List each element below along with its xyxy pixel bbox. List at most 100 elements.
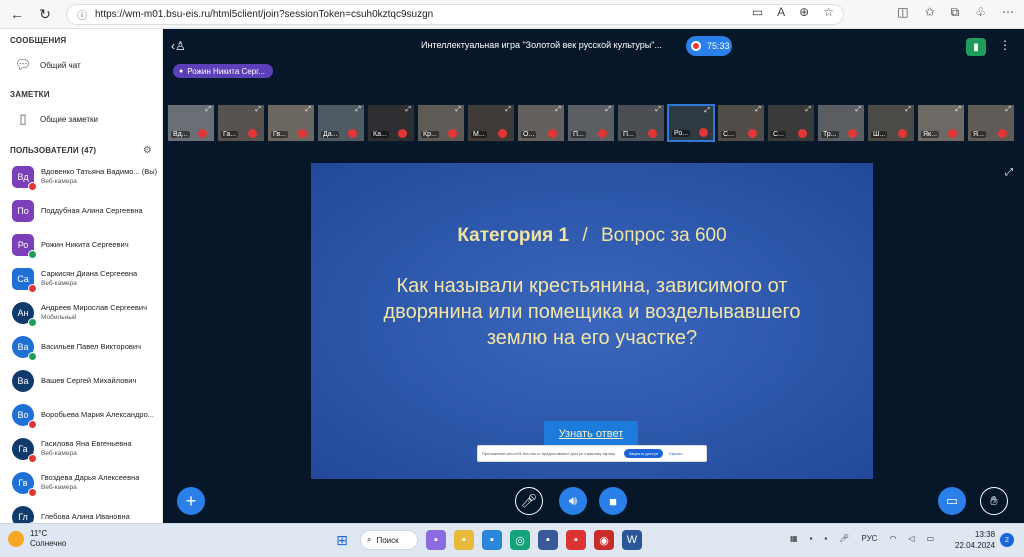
expand-icon[interactable]: ⤢: [655, 106, 661, 114]
notification-badge[interactable]: 2: [1000, 533, 1014, 547]
user-list-item[interactable]: Ро Рожин Никита Сергеевич: [0, 228, 162, 262]
webcam-tile[interactable]: С... ⤢: [767, 104, 815, 142]
more-icon[interactable]: ⋯: [1002, 5, 1014, 20]
app-icon-1[interactable]: ▪: [538, 530, 558, 550]
gear-icon[interactable]: ⚙: [143, 145, 152, 156]
webcam-tile[interactable]: Ро... ⤢: [667, 104, 715, 142]
expand-icon[interactable]: ⤢: [305, 106, 311, 114]
expand-icon[interactable]: ⤢: [805, 106, 811, 114]
edge-icon[interactable]: ◎: [510, 530, 530, 550]
expand-icon[interactable]: ⤢: [905, 106, 911, 114]
audio-button[interactable]: 🔊︎: [559, 487, 587, 515]
avatar: Во: [12, 404, 37, 429]
back-icon[interactable]: ←: [6, 3, 28, 25]
expand-icon[interactable]: ⤢: [455, 106, 461, 114]
taskbar-search[interactable]: ⌕ Поиск: [360, 530, 418, 550]
expand-icon[interactable]: ⤢: [955, 106, 961, 114]
tray-icon-3[interactable]: ▪: [824, 534, 827, 543]
user-list-item[interactable]: Вд Вдовенко Татьяна Вадимо... (Вы) Веб-кам…: [0, 160, 162, 194]
expand-icon[interactable]: ⤢: [704, 107, 710, 115]
app-icon-3[interactable]: ◉: [594, 530, 614, 550]
shared-notes-link[interactable]: ▯ Общие заметки: [0, 104, 162, 134]
present-button[interactable]: ▭: [938, 487, 966, 515]
user-list-item[interactable]: Во Воробьева Мария Александро...: [0, 398, 162, 432]
user-list-item[interactable]: Са Саркисян Диана Сергеевна Веб-камера: [0, 262, 162, 296]
expand-icon[interactable]: ⤢: [555, 106, 561, 114]
actions-plus-button[interactable]: +: [177, 487, 205, 515]
favorites-icon[interactable]: ✩: [925, 5, 935, 20]
user-list-item[interactable]: Ан Андреев Мирослав Сергеевич Мобильный: [0, 296, 162, 330]
show-answer-button[interactable]: Узнать ответ: [544, 421, 638, 447]
webcam-tile[interactable]: С... ⤢: [717, 104, 765, 142]
webcam-tile[interactable]: Вд... ⤢: [167, 104, 215, 142]
user-list-item[interactable]: Гл Глебова Алина Ивановна: [0, 500, 162, 523]
shared-notes-label: Общие заметки: [40, 114, 98, 124]
expand-icon[interactable]: ⤢: [755, 106, 761, 114]
wifi-icon[interactable]: ◠: [889, 534, 896, 543]
expand-icon[interactable]: ⤢: [605, 106, 611, 114]
volume-icon[interactable]: ◁: [908, 534, 914, 543]
site-info-icon[interactable]: ⓘ: [77, 7, 87, 22]
start-icon[interactable]: ⊞: [332, 530, 352, 550]
user-list-item[interactable]: По Поддубная Алина Сергеевна: [0, 194, 162, 228]
clock[interactable]: 13:38 22.04.2024: [955, 529, 995, 551]
favorite-star-icon[interactable]: ☆: [823, 5, 834, 19]
webcam-tile[interactable]: Га... ⤢: [217, 104, 265, 142]
expand-icon[interactable]: ⤢: [405, 106, 411, 114]
options-menu-icon[interactable]: ⋮: [999, 38, 1011, 52]
expand-icon[interactable]: ⤢: [255, 106, 261, 114]
reload-icon[interactable]: ↻: [34, 3, 56, 25]
file-explorer-icon[interactable]: ▪: [454, 530, 474, 550]
app-icon-2[interactable]: ▪: [566, 530, 586, 550]
expand-icon[interactable]: ⤢: [1005, 106, 1011, 114]
webcam-tile[interactable]: Гв... ⤢: [267, 104, 315, 142]
webcam-tile[interactable]: Кр... ⤢: [417, 104, 465, 142]
recording-indicator[interactable]: 75:33: [686, 36, 732, 56]
camera-icon[interactable]: ▭: [752, 5, 763, 19]
word-icon[interactable]: W: [622, 530, 642, 550]
address-bar[interactable]: ⓘ https://wm-m01.bsu-eis.ru/html5client/…: [66, 4, 844, 25]
weather-widget[interactable]: 11°C Солнечно: [8, 529, 66, 549]
expand-icon[interactable]: ⤢: [205, 106, 211, 114]
fullscreen-icon[interactable]: ⤢: [1005, 167, 1013, 178]
public-chat-link[interactable]: 💬︎ Общий чат: [0, 50, 162, 80]
teams-icon[interactable]: ▪: [426, 530, 446, 550]
store-icon[interactable]: ▪: [482, 530, 502, 550]
extensions-icon[interactable]: ♧: [975, 5, 986, 20]
webcam-tile[interactable]: М... ⤢: [467, 104, 515, 142]
expand-icon[interactable]: ⤢: [355, 106, 361, 114]
user-list-item[interactable]: Гв Гвоздева Дарья Алексеевна Веб-камера: [0, 466, 162, 500]
user-list-item[interactable]: Ва Вашев Сергей Михайлович: [0, 364, 162, 398]
raise-hand-button[interactable]: ✋︎: [980, 487, 1008, 515]
question-value: Вопрос за 600: [600, 225, 727, 246]
webcam-tile[interactable]: Я... ⤢: [967, 104, 1015, 142]
battery-icon[interactable]: ▭: [927, 534, 935, 543]
zoom-icon[interactable]: ⊕: [799, 5, 809, 19]
webcam-tile[interactable]: П... ⤢: [617, 104, 665, 142]
tray-apps-icon[interactable]: ▦: [790, 534, 798, 543]
webcam-tile[interactable]: П... ⤢: [567, 104, 615, 142]
expand-icon[interactable]: ⤢: [505, 106, 511, 114]
user-list-item[interactable]: Ва Васильев Павел Викторович: [0, 330, 162, 364]
webcam-tile[interactable]: Да... ⤢: [317, 104, 365, 142]
hide-notice-link[interactable]: Скрыть: [669, 451, 683, 456]
read-aloud-icon[interactable]: A: [777, 5, 785, 19]
collections-icon[interactable]: ⧉: [951, 5, 960, 20]
webcam-tile[interactable]: Тр... ⤢: [817, 104, 865, 142]
connection-status-icon[interactable]: ▮: [966, 38, 986, 56]
expand-icon[interactable]: ⤢: [855, 106, 861, 114]
tray-microphone-icon[interactable]: 🎤︎: [839, 534, 849, 543]
talking-indicator[interactable]: ● Рожин Никита Серг...: [173, 64, 273, 78]
user-list-item[interactable]: Га Гасилова Яна Евгеньевна Веб-камера: [0, 432, 162, 466]
stop-sharing-button[interactable]: Закрыть доступ: [623, 449, 663, 458]
toggle-userlist-icon[interactable]: ‹♙: [171, 39, 186, 53]
webcam-tile[interactable]: Як... ⤢: [917, 104, 965, 142]
tray-icon-2[interactable]: ▪: [810, 534, 813, 543]
webcam-tile[interactable]: Ка... ⤢: [367, 104, 415, 142]
webcam-tile[interactable]: Ш... ⤢: [867, 104, 915, 142]
split-screen-icon[interactable]: ◫: [897, 5, 908, 20]
language-indicator[interactable]: РУС: [861, 534, 877, 543]
mute-button[interactable]: 🎤︎: [515, 487, 543, 515]
camera-button[interactable]: ■: [599, 487, 627, 515]
webcam-tile[interactable]: О... ⤢: [517, 104, 565, 142]
